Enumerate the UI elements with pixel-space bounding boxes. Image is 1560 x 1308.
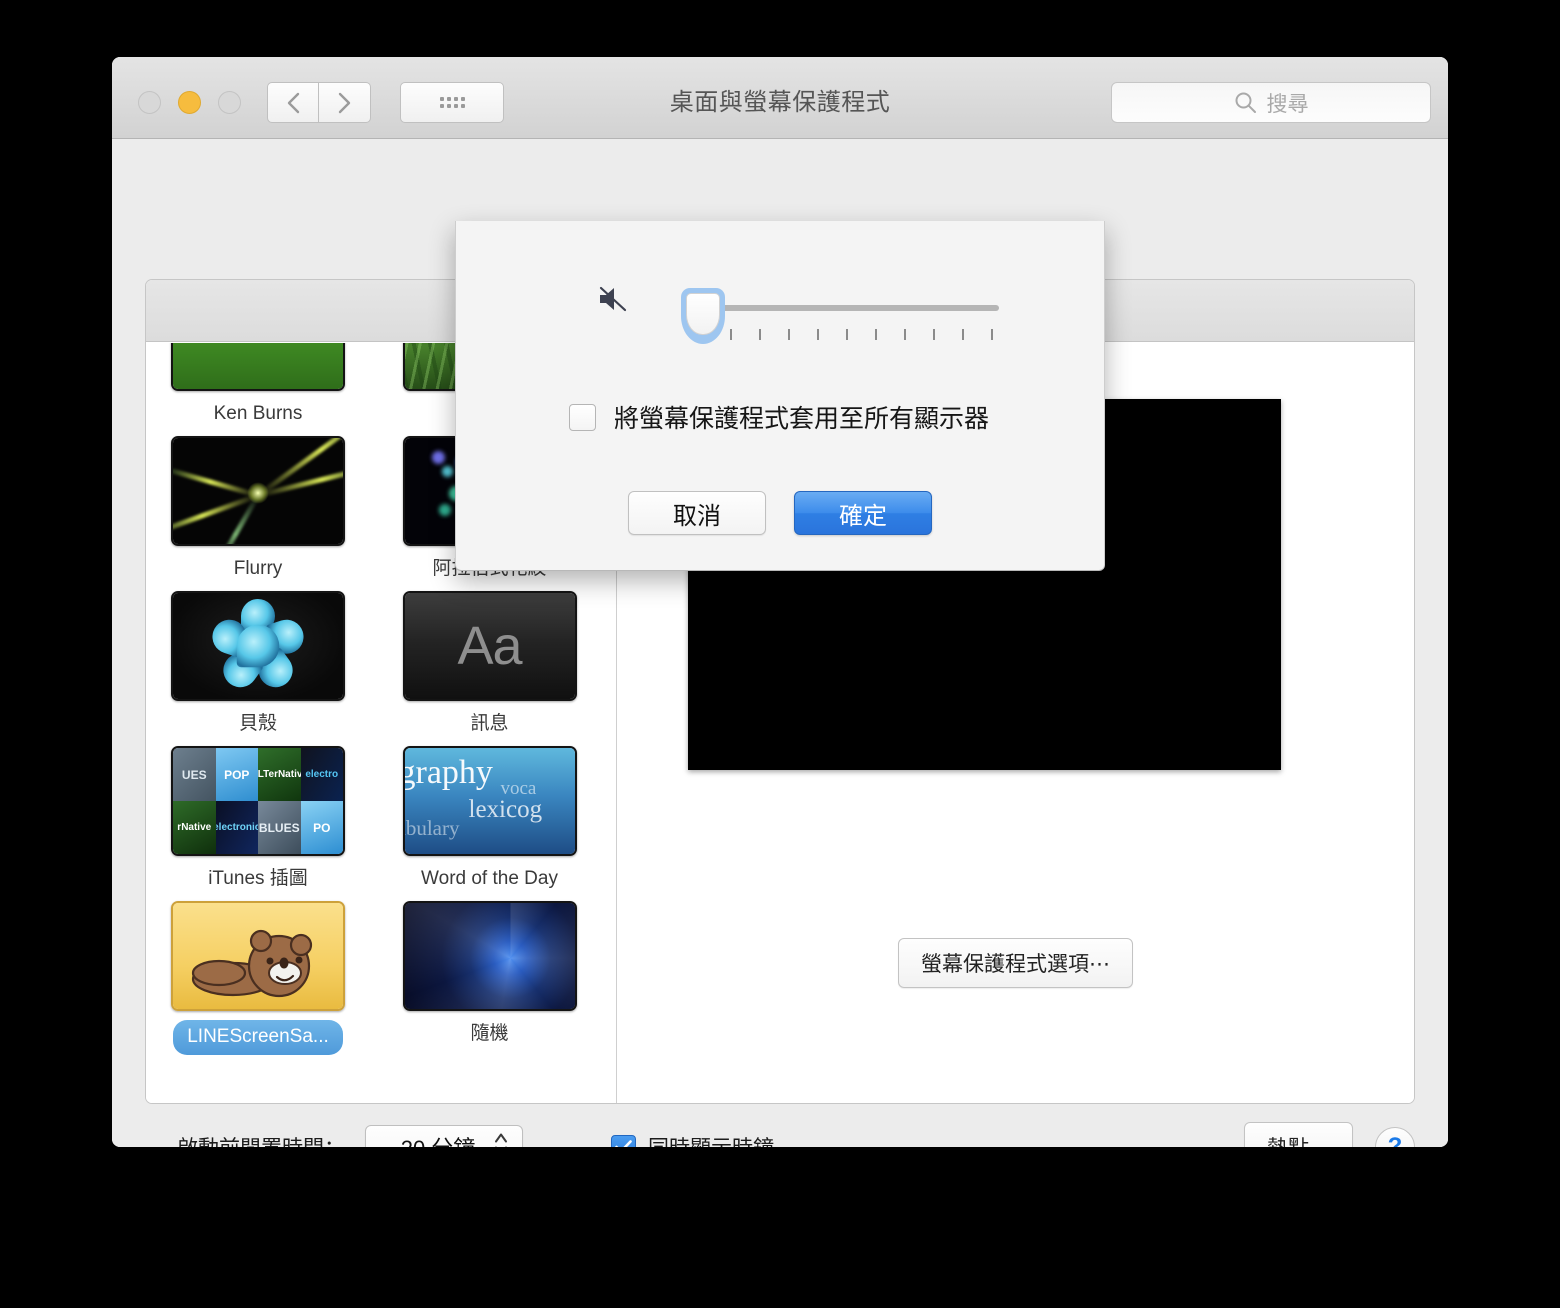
thumbnail[interactable]: [171, 901, 345, 1011]
random-artwork: [404, 903, 575, 1009]
screensaver-item-message[interactable]: Aa 訊息: [402, 591, 577, 746]
word: abulary: [405, 816, 460, 840]
close-button[interactable]: [138, 91, 161, 114]
screensaver-label: LINEScreenSa...: [171, 1020, 345, 1056]
tile: POP: [215, 748, 258, 801]
screensaver-item-word-of-the-day[interactable]: graphy voca lexicog abulary Word of the …: [402, 746, 577, 901]
thumbnail[interactable]: Aa: [402, 591, 577, 701]
screensaver-options-button[interactable]: 螢幕保護程式選項⋯: [898, 938, 1133, 988]
slider-thumb[interactable]: [681, 288, 725, 344]
message-artwork: Aa: [404, 593, 575, 699]
tile: electronic: [215, 801, 258, 854]
screensaver-label: 隨機: [470, 1023, 509, 1044]
screensaver-label: 訊息: [470, 713, 509, 734]
bear-icon: [191, 929, 313, 998]
options-button-row: 螢幕保護程式選項⋯: [617, 938, 1414, 988]
screensaver-options-sheet: 將螢幕保護程式套用至所有顯示器 取消 確定: [455, 221, 1105, 571]
shell-artwork: [173, 593, 343, 699]
ok-button[interactable]: 確定: [794, 491, 932, 535]
thumbnail[interactable]: [171, 343, 345, 391]
selected-label-pill: LINEScreenSa...: [173, 1020, 343, 1055]
bottom-controls-bar: 啟動前閒置時間： 20 分鐘 同時顯示時鐘: [145, 1117, 1415, 1147]
screensaver-item-itunes-artwork[interactable]: UES POP ALTerNative electro rNative elec…: [171, 746, 345, 901]
slider-tick-marks: [730, 329, 1020, 340]
apply-all-displays-checkbox[interactable]: 將螢幕保護程式套用至所有顯示器: [569, 399, 989, 435]
checkmark-icon: [615, 1140, 632, 1147]
tile: rNative: [173, 801, 216, 854]
back-button[interactable]: [267, 82, 319, 123]
thumbnail[interactable]: UES POP ALTerNative electro rNative elec…: [171, 746, 345, 856]
message-glyph: Aa: [457, 616, 522, 676]
screensaver-item-random[interactable]: 隨機: [402, 901, 577, 1056]
zoom-button[interactable]: [218, 91, 241, 114]
screensaver-label: iTunes 插圖: [208, 868, 308, 889]
screensaver-item-ken-burns[interactable]: Ken Burns: [171, 343, 345, 436]
show-all-button[interactable]: [400, 82, 504, 123]
tile: BLUES: [258, 801, 301, 854]
tile: electro: [300, 748, 343, 801]
search-placeholder: 搜尋: [1266, 92, 1309, 116]
word: lexicog: [468, 796, 543, 823]
checkbox-box[interactable]: [569, 403, 596, 431]
volume-slider-row: [456, 279, 1104, 344]
navigation-button-group: [267, 82, 371, 123]
forward-chevron-icon: [338, 92, 351, 113]
itunes-artwork: UES POP ALTerNative electro rNative elec…: [173, 748, 343, 854]
back-chevron-icon: [287, 92, 299, 113]
line-bear-artwork: [173, 903, 343, 1009]
screensaver-item-line[interactable]: LINEScreenSa...: [171, 901, 345, 1056]
help-button[interactable]: ?: [1375, 1127, 1415, 1147]
grid-dots-icon: [439, 97, 465, 108]
tile: UES: [173, 748, 216, 801]
thumbnail[interactable]: [402, 901, 577, 1011]
word-of-the-day-artwork: graphy voca lexicog abulary: [404, 748, 575, 854]
screensaver-label: 貝殼: [238, 713, 277, 734]
speaker-mute-icon[interactable]: [596, 284, 630, 319]
sheet-button-row: 取消 確定: [456, 491, 1104, 535]
show-clock-checkbox[interactable]: 同時顯示時鐘: [611, 1132, 774, 1147]
slider-track[interactable]: [687, 305, 999, 311]
ken-burns-artwork: [173, 343, 343, 389]
apply-all-displays-label: 將螢幕保護程式套用至所有顯示器: [614, 405, 990, 433]
idle-time-popup-button[interactable]: 20 分鐘: [365, 1125, 523, 1147]
screensaver-label: Word of the Day: [421, 868, 558, 889]
thumbnail[interactable]: graphy voca lexicog abulary: [402, 746, 577, 856]
word: graphy: [404, 754, 493, 791]
checkbox-box[interactable]: [611, 1134, 636, 1147]
search-icon: [1235, 92, 1256, 113]
idle-time-label: 啟動前閒置時間：: [177, 1132, 345, 1147]
thumbnail[interactable]: [171, 436, 345, 546]
flurry-artwork: [173, 438, 343, 544]
screensaver-item-shell[interactable]: 貝殼: [171, 591, 345, 746]
window-titlebar: 桌面與螢幕保護程式 搜尋: [112, 57, 1448, 139]
screensaver-item-flurry[interactable]: Flurry: [171, 436, 345, 591]
tile: ALTerNative: [258, 748, 301, 801]
search-input[interactable]: 搜尋: [1111, 82, 1431, 123]
show-clock-label: 同時顯示時鐘: [648, 1132, 774, 1147]
stepper-arrows-icon: [494, 1132, 508, 1147]
cancel-button[interactable]: 取消: [628, 491, 766, 535]
thumbnail[interactable]: [171, 591, 345, 701]
tile: PO: [300, 801, 343, 854]
window-body: Ken Burns Flurry 貝殼 Aa 訊息 UES POP LTerNa…: [112, 139, 1448, 1147]
system-preferences-window: 桌面與螢幕保護程式 搜尋 Ken Burns Flurry 貝殼 Aa 訊息 U…: [112, 57, 1448, 1147]
screensaver-label: Flurry: [233, 558, 283, 579]
bottom-right-group: 熱點⋯ ?: [1244, 1122, 1415, 1147]
forward-button[interactable]: [319, 82, 371, 123]
screensaver-label: Ken Burns: [213, 403, 303, 424]
minimize-button[interactable]: [178, 91, 201, 114]
hot-corners-button[interactable]: 熱點⋯: [1244, 1122, 1353, 1147]
